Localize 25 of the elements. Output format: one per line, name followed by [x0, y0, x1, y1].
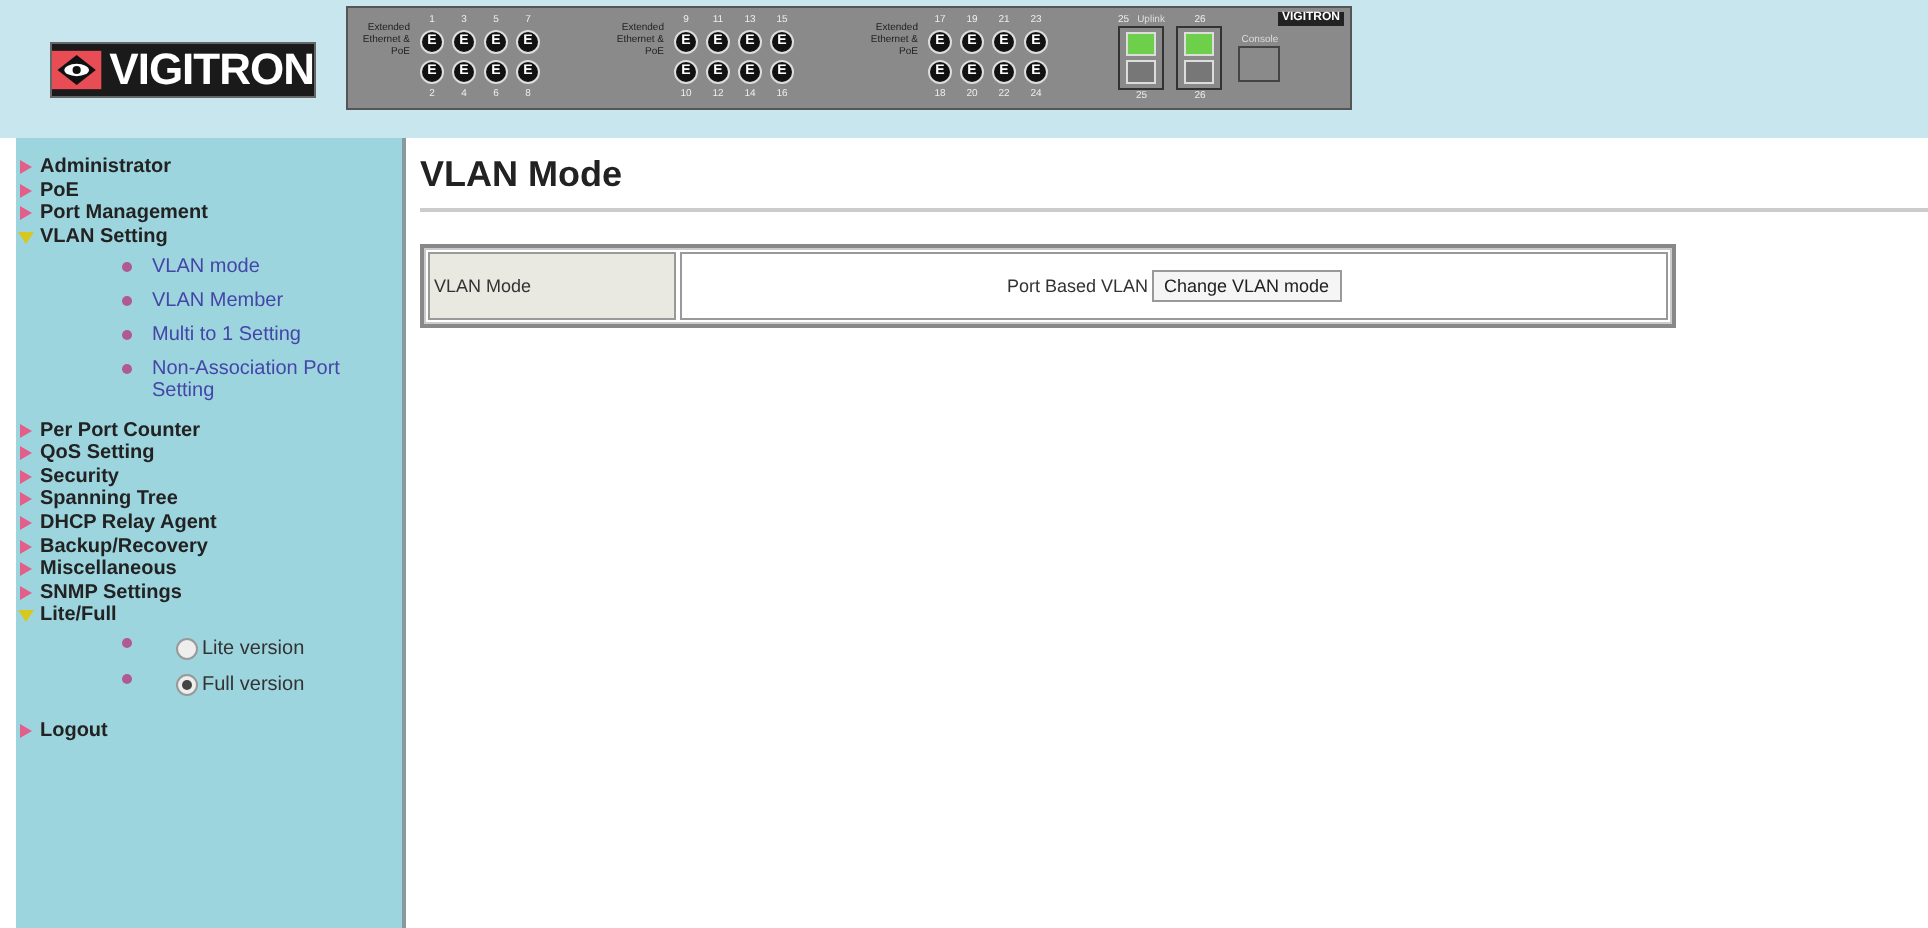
menu-item[interactable]: Administrator [16, 156, 172, 180]
menu-item[interactable]: Backup/Recovery [16, 534, 208, 558]
field-label: VLAN Mode [428, 252, 676, 320]
submenu-link[interactable]: VLAN mode [152, 256, 362, 279]
radio-option[interactable]: Lite version [176, 629, 305, 668]
menu-item[interactable]: Logout [16, 719, 108, 743]
menu-item[interactable]: Spanning Tree [16, 488, 178, 512]
submenu-link[interactable]: Multi to 1 Setting [152, 324, 362, 347]
menu-item[interactable]: SNMP Settings [16, 581, 182, 605]
change-mode-button[interactable]: Change VLAN mode [1151, 270, 1342, 302]
radio-option[interactable]: Full version [176, 665, 305, 704]
submenu-link[interactable]: Non-Association Port Setting [152, 358, 362, 403]
menu-item[interactable]: Security [16, 465, 119, 489]
menu-item[interactable]: VLAN Setting [16, 225, 168, 249]
menu-item[interactable]: Per Port Counter [16, 418, 201, 442]
menu-item[interactable]: Lite/Full [16, 604, 117, 628]
menu-item[interactable]: PoE [16, 179, 79, 203]
menu-item[interactable]: Port Management [16, 202, 208, 226]
menu-item[interactable]: DHCP Relay Agent [16, 511, 217, 535]
page-title: VLAN Mode [420, 154, 622, 196]
menu-item[interactable]: QoS Setting [16, 441, 155, 466]
field-value: Port Based VLAN [1006, 276, 1148, 296]
submenu-link[interactable]: VLAN Member [152, 290, 362, 313]
logo: VIGITRON [50, 41, 316, 97]
menu-item[interactable]: Miscellaneous [16, 557, 177, 582]
